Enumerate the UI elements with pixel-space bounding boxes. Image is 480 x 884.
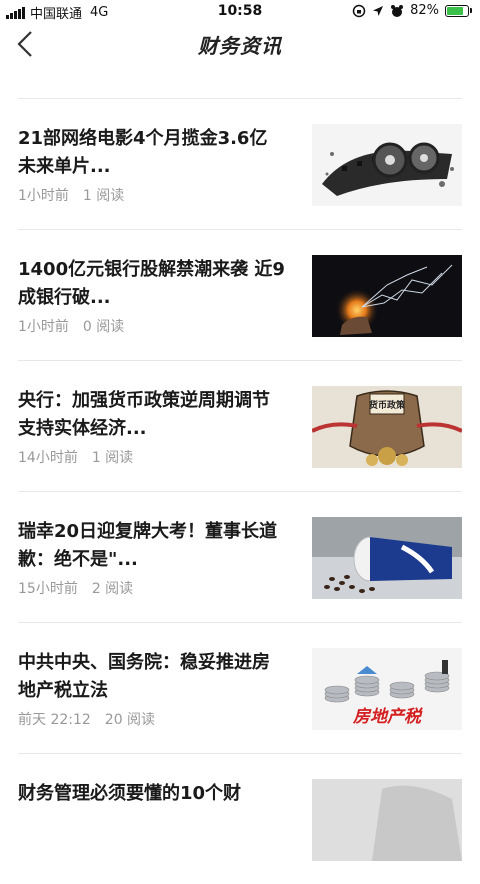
article-meta: 1小时前 0 阅读 [18, 316, 124, 336]
article-reads: 0 阅读 [82, 319, 125, 335]
article-meta: 1小时前 1 阅读 [18, 185, 124, 205]
article-meta: 14小时前 1 阅读 [18, 447, 133, 467]
article-thumbnail-property-tax: 房地产税 [312, 648, 462, 730]
list-item[interactable]: 21部网络电影4个月揽金3.6亿 未来单片... 1小时前 1 阅读 [0, 99, 480, 229]
article-title: 财务管理必须要懂的10个财 [18, 783, 242, 804]
article-title: 1400亿元银行股解禁潮来袭 近9成银行破... [18, 259, 285, 308]
nav-bar: 财务资讯 [0, 24, 480, 64]
article-time: 1小时前 [18, 319, 69, 335]
article-title: 瑞幸20日迎复牌大考！董事长道歉：绝不是"... [18, 521, 278, 570]
article-title: 中共中央、国务院：稳妥推进房地产税立法 [18, 652, 270, 701]
article-thumbnail-glowing-chart [312, 255, 462, 337]
news-list: 21部网络电影4个月揽金3.6亿 未来单片... 1小时前 1 阅读 1400亿… [0, 98, 480, 884]
list-item[interactable]: 财务管理必须要懂的10个财 [0, 754, 480, 884]
article-title: 21部网络电影4个月揽金3.6亿 未来单片... [18, 128, 268, 177]
list-item[interactable]: 瑞幸20日迎复牌大考！董事长道歉：绝不是"... 15小时前 2 阅读 [0, 492, 480, 622]
thumb-label: 房地产税 [352, 707, 423, 727]
article-thumbnail-coffee-cup [312, 517, 462, 599]
article-reads: 1 阅读 [91, 450, 134, 466]
article-time: 前天 22:12 [18, 712, 91, 728]
article-meta: 前天 22:12 20 阅读 [18, 709, 155, 729]
battery-icon [445, 4, 472, 17]
article-time: 15小时前 [18, 581, 78, 597]
list-item[interactable]: 央行：加强货币政策逆周期调节 支持实体经济... 14小时前 1 阅读 货币政策 [0, 361, 480, 491]
rotation-lock-icon [352, 4, 366, 17]
article-time: 1小时前 [18, 188, 69, 204]
article-meta: 15小时前 2 阅读 [18, 578, 133, 598]
status-bar: 中国联通 4G 10:58 82% [0, 0, 480, 24]
battery-percent: 82% [410, 3, 439, 18]
article-time: 14小时前 [18, 450, 78, 466]
list-item[interactable]: 中共中央、国务院：稳妥推进房地产税立法 前天 22:12 20 阅读 房地产税 [0, 623, 480, 753]
page-title: 财务资讯 [198, 34, 282, 58]
alarm-icon [391, 4, 404, 17]
list-item[interactable]: 1400亿元银行股解禁潮来袭 近9成银行破... 1小时前 0 阅读 [0, 230, 480, 360]
thumb-label: 货币政策 [369, 399, 406, 411]
location-icon [373, 5, 384, 16]
article-thumbnail-monetary-policy: 货币政策 [312, 386, 462, 468]
article-reads: 20 阅读 [104, 712, 156, 728]
article-thumbnail-partial [312, 779, 462, 861]
article-reads: 1 阅读 [82, 188, 125, 204]
article-thumbnail-film-reel [312, 124, 462, 206]
article-reads: 2 阅读 [91, 581, 134, 597]
article-title: 央行：加强货币政策逆周期调节 支持实体经济... [18, 390, 270, 439]
